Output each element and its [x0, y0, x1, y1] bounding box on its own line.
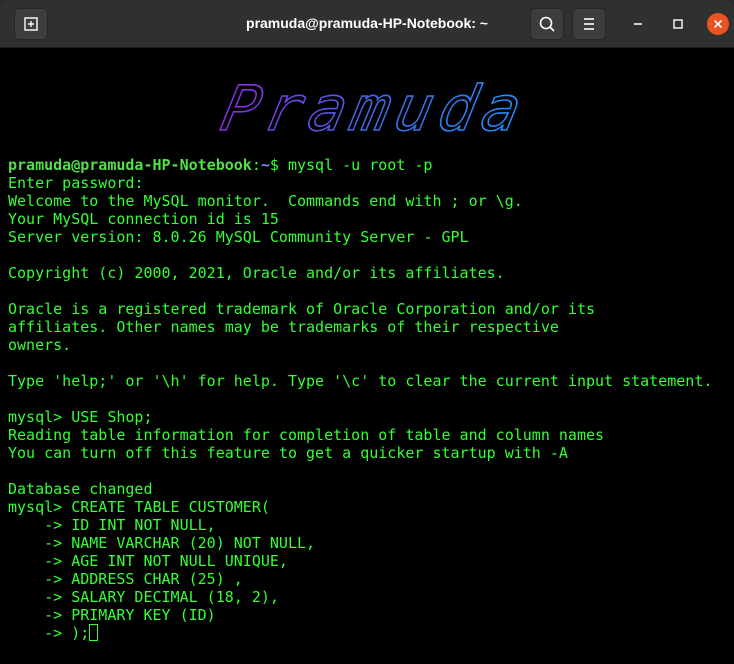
new-tab-icon [24, 17, 38, 31]
output-line: owners. [8, 336, 72, 354]
search-icon [539, 16, 555, 32]
new-tab-button[interactable] [14, 8, 48, 40]
output-line: mysql> CREATE TABLE CUSTOMER( [8, 498, 270, 516]
prompt-line: pramuda@pramuda-HP-Notebook:~$ mysql -u … [8, 156, 712, 174]
output-line: Server version: 8.0.26 MySQL Community S… [8, 228, 469, 246]
prompt-path: ~ [260, 156, 270, 174]
output-line: Oracle is a registered trademark of Orac… [8, 300, 595, 318]
menu-button[interactable] [572, 8, 606, 40]
banner-text: Pramuda [215, 73, 534, 145]
ascii-banner: Pramuda [215, 72, 535, 146]
input-line[interactable]: -> ); [8, 624, 712, 642]
maximize-button[interactable] [668, 14, 688, 34]
window-title: pramuda@pramuda-HP-Notebook: ~ [246, 15, 488, 31]
close-icon [713, 19, 723, 29]
output-line: Database changed [8, 480, 153, 498]
output-line: affiliates. Other names may be trademark… [8, 318, 559, 336]
terminal-window: pramuda@pramuda-HP-Notebook: ~ Pramuda p… [0, 0, 734, 664]
output-line: Welcome to the MySQL monitor. Commands e… [8, 192, 523, 210]
search-button[interactable] [530, 8, 564, 40]
maximize-icon [673, 19, 683, 29]
output-line: -> ADDRESS CHAR (25) , [8, 570, 243, 588]
output-line: Enter password: [8, 174, 144, 192]
minimize-icon [634, 23, 642, 25]
output-line: mysql> USE Shop; [8, 408, 153, 426]
output-line: -> PRIMARY KEY (ID) [8, 606, 216, 624]
hamburger-menu-icon [584, 18, 594, 30]
title-bar[interactable]: pramuda@pramuda-HP-Notebook: ~ [0, 0, 734, 48]
minimize-button[interactable] [628, 14, 648, 34]
output-line: You can turn off this feature to get a q… [8, 444, 568, 462]
terminal-output: pramuda@pramuda-HP-Notebook:~$ mysql -u … [8, 156, 712, 642]
output-line: Reading table information for completion… [8, 426, 605, 444]
prompt-separator: : [251, 156, 261, 174]
output-line: -> NAME VARCHAR (20) NOT NULL, [8, 534, 316, 552]
output-line: Your MySQL connection id is 15 [8, 210, 279, 228]
prompt-command: $ mysql -u root -p [269, 156, 433, 174]
text-cursor [89, 624, 99, 641]
prompt-user: pramuda@pramuda-HP-Notebook [8, 156, 252, 174]
output-line: Type 'help;' or '\h' for help. Type '\c'… [8, 372, 713, 390]
output-line: -> SALARY DECIMAL (18, 2), [8, 588, 279, 606]
current-input: -> ); [8, 624, 90, 642]
output-line: -> ID INT NOT NULL, [8, 516, 216, 534]
output-line: -> AGE INT NOT NULL UNIQUE, [8, 552, 288, 570]
close-button[interactable] [707, 13, 729, 35]
output-line: Copyright (c) 2000, 2021, Oracle and/or … [8, 264, 505, 282]
